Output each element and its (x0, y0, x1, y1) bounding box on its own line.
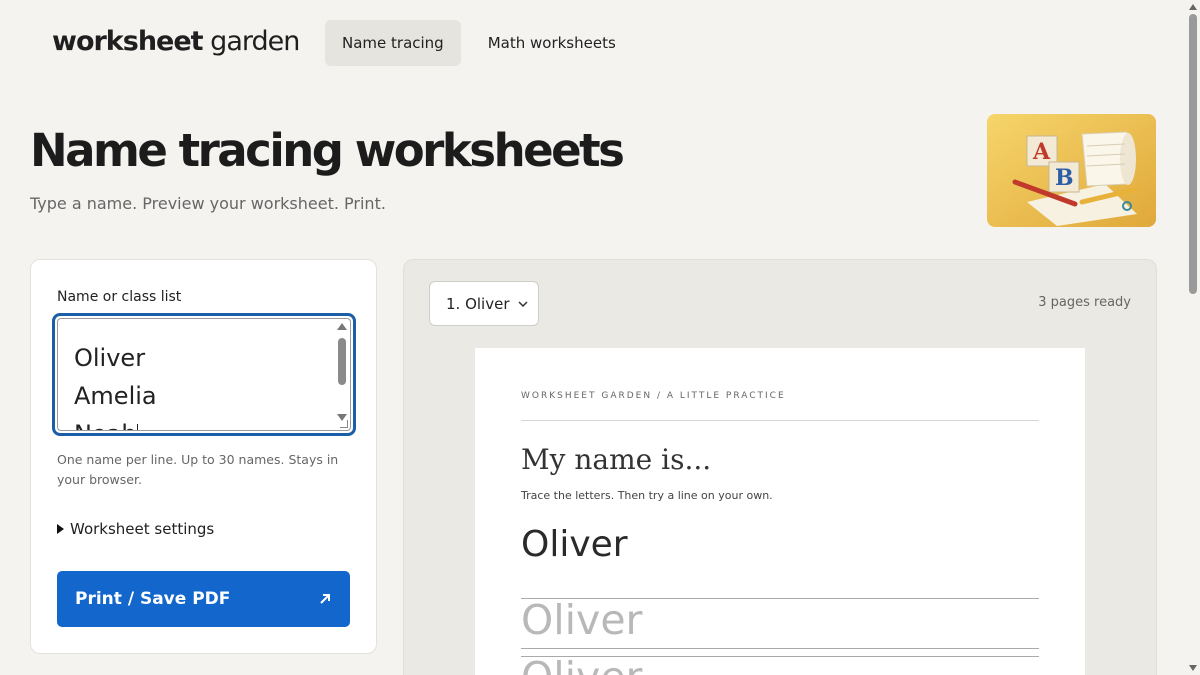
svg-text:B: B (1055, 165, 1074, 191)
tab-math-worksheets[interactable]: Math worksheets (471, 20, 633, 66)
scroll-up-arrow-icon[interactable] (337, 323, 347, 330)
worksheet-preview-panel: 1. Oliver 3 pages ready WORKSHEET GARDEN… (403, 259, 1157, 675)
name-list-label: Name or class list (57, 289, 182, 305)
name-list-textarea[interactable]: Oliver Amelia Noah (57, 318, 351, 431)
worksheet-page: WORKSHEET GARDEN / A LITTLE PRACTICE My … (475, 348, 1085, 675)
page-scroll-thumb[interactable] (1189, 14, 1197, 294)
name-line-partial: Noah (74, 415, 334, 430)
sheet-title: My name is... (521, 443, 712, 476)
worksheet-settings-label: Worksheet settings (70, 520, 215, 538)
trace-name: Oliver (521, 596, 643, 644)
sheet-header: WORKSHEET GARDEN / A LITTLE PRACTICE (521, 391, 786, 401)
resize-grip-icon[interactable] (340, 420, 348, 428)
logo-light-text: garden (202, 26, 300, 57)
name-list-hint: One name per line. Up to 30 names. Stays… (57, 452, 339, 487)
name-list-focus-ring: Oliver Amelia Noah (52, 313, 356, 436)
name-select-dropdown[interactable]: 1. Oliver (429, 281, 539, 326)
pages-ready-status: 3 pages ready (1038, 295, 1131, 310)
logo-bold-text: worksheet (52, 26, 204, 57)
page-title: Name tracing worksheets (30, 124, 625, 177)
scroll-up-arrow-icon[interactable] (1189, 4, 1197, 10)
guide-line-base (521, 648, 1039, 649)
sheet-instructions: Trace the letters. Then try a line on yo… (521, 489, 773, 502)
divider (521, 420, 1039, 421)
name-input-panel: Name or class list Oliver Amelia Noah On… (30, 259, 377, 654)
scroll-thumb[interactable] (338, 338, 346, 385)
print-button-label: Print / Save PDF (75, 589, 231, 609)
svg-text:A: A (1032, 139, 1051, 165)
tab-name-tracing[interactable]: Name tracing (325, 20, 461, 66)
name-line: Oliver (74, 344, 146, 372)
page-scrollbar[interactable] (1186, 0, 1200, 675)
page-subtitle: Type a name. Preview your worksheet. Pri… (30, 194, 386, 213)
hero-image-abc-blocks-icon: A B (987, 114, 1156, 227)
selected-name-option: 1. Oliver (446, 294, 510, 313)
name-line: Amelia (74, 382, 157, 410)
chevron-down-icon (518, 300, 528, 307)
site-logo[interactable]: worksheet garden (52, 26, 300, 57)
text-caret (136, 424, 138, 430)
trace-name: Oliver (521, 653, 642, 675)
worksheet-settings-toggle[interactable]: Worksheet settings (57, 520, 214, 538)
scroll-down-arrow-icon[interactable] (1189, 665, 1197, 671)
disclosure-triangle-icon (57, 524, 64, 534)
main-nav: Name tracing Math worksheets (325, 20, 633, 66)
arrow-up-right-icon (320, 594, 330, 604)
print-save-pdf-button[interactable]: Print / Save PDF (57, 571, 350, 627)
sheet-name: Oliver (521, 524, 628, 565)
textarea-scrollbar[interactable] (337, 323, 347, 429)
name-line-text: Noah (74, 420, 137, 430)
